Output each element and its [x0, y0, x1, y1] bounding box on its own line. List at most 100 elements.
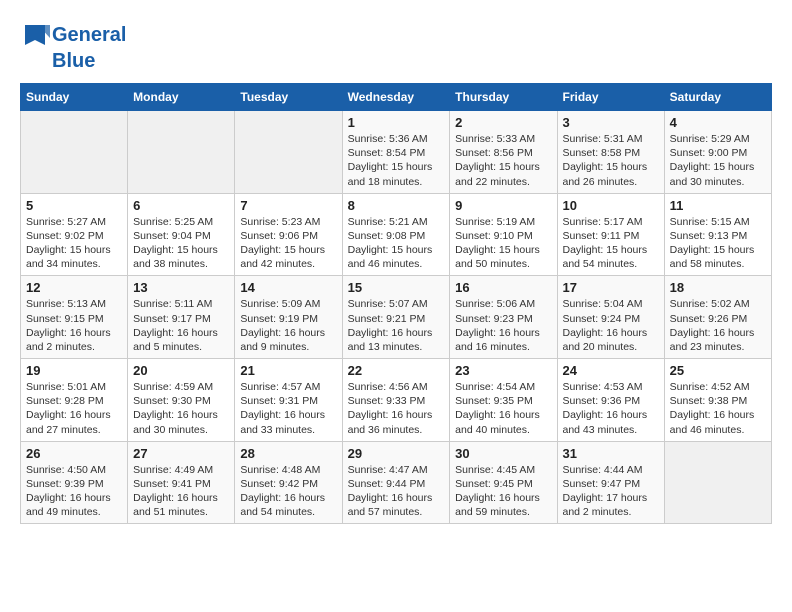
day-number: 21: [240, 363, 336, 378]
day-info: Sunrise: 5:21 AM Sunset: 9:08 PM Dayligh…: [348, 215, 445, 272]
calendar-cell: [235, 111, 342, 194]
day-info: Sunrise: 5:11 AM Sunset: 9:17 PM Dayligh…: [133, 297, 229, 354]
calendar-cell: 1Sunrise: 5:36 AM Sunset: 8:54 PM Daylig…: [342, 111, 450, 194]
day-number: 15: [348, 280, 445, 295]
day-number: 17: [563, 280, 659, 295]
day-info: Sunrise: 5:25 AM Sunset: 9:04 PM Dayligh…: [133, 215, 229, 272]
calendar-cell: 14 Sunrise: 5:09 AM Sunset: 9:19 PM Dayli…: [235, 276, 342, 359]
day-info: Sunrise: 5:01 AM Sunset: 9:28 PM Dayligh…: [26, 380, 122, 437]
day-info: Sunrise: 5:17 AM Sunset: 9:11 PM Dayligh…: [563, 215, 659, 272]
calendar-header-row: SundayMondayTuesdayWednesdayThursdayFrid…: [21, 84, 772, 111]
day-number: 28: [240, 446, 336, 461]
calendar-cell: 8 Sunrise: 5:21 AM Sunset: 9:08 PM Daylig…: [342, 193, 450, 276]
calendar-cell: 23 Sunrise: 4:54 AM Sunset: 9:35 PM Dayli…: [450, 359, 557, 442]
calendar-cell: 24Sunrise: 4:53 AM Sunset: 9:36 PM Dayli…: [557, 359, 664, 442]
day-info: Sunrise: 4:45 AM Sunset: 9:45 PM Dayligh…: [455, 463, 551, 520]
calendar-cell: 21 Sunrise: 4:57 AM Sunset: 9:31 PM Dayli…: [235, 359, 342, 442]
logo-subtext: Blue: [52, 50, 95, 73]
calendar-cell: 26Sunrise: 4:50 AM Sunset: 9:39 PM Dayli…: [21, 441, 128, 524]
calendar-cell: 31 Sunrise: 4:44 AM Sunset: 9:47 PM Dayli…: [557, 441, 664, 524]
day-info: Sunrise: 5:15 AM Sunset: 9:13 PM Dayligh…: [670, 215, 766, 272]
calendar-cell: 13Sunrise: 5:11 AM Sunset: 9:17 PM Dayli…: [128, 276, 235, 359]
day-number: 7: [240, 198, 336, 213]
day-number: 30: [455, 446, 551, 461]
day-number: 12: [26, 280, 122, 295]
day-number: 4: [670, 115, 766, 130]
day-number: 20: [133, 363, 229, 378]
day-number: 26: [26, 446, 122, 461]
header-sunday: Sunday: [21, 84, 128, 111]
day-number: 24: [563, 363, 659, 378]
day-info: Sunrise: 5:06 AM Sunset: 9:23 PM Dayligh…: [455, 297, 551, 354]
calendar-cell: 18Sunrise: 5:02 AM Sunset: 9:26 PM Dayli…: [664, 276, 771, 359]
calendar-cell: 22 Sunrise: 4:56 AM Sunset: 9:33 PM Dayli…: [342, 359, 450, 442]
calendar-week-row: 1Sunrise: 5:36 AM Sunset: 8:54 PM Daylig…: [21, 111, 772, 194]
day-info: Sunrise: 5:27 AM Sunset: 9:02 PM Dayligh…: [26, 215, 122, 272]
calendar-cell: 4 Sunrise: 5:29 AM Sunset: 9:00 PM Daylig…: [664, 111, 771, 194]
day-number: 16: [455, 280, 551, 295]
calendar-cell: 16 Sunrise: 5:06 AM Sunset: 9:23 PM Dayli…: [450, 276, 557, 359]
calendar-cell: [128, 111, 235, 194]
day-number: 22: [348, 363, 445, 378]
calendar-cell: 9 Sunrise: 5:19 AM Sunset: 9:10 PM Daylig…: [450, 193, 557, 276]
calendar-cell: 5 Sunrise: 5:27 AM Sunset: 9:02 PM Daylig…: [21, 193, 128, 276]
calendar-cell: 28 Sunrise: 4:48 AM Sunset: 9:42 PM Dayli…: [235, 441, 342, 524]
day-info: Sunrise: 5:33 AM Sunset: 8:56 PM Dayligh…: [455, 132, 551, 189]
calendar-cell: 29Sunrise: 4:47 AM Sunset: 9:44 PM Dayli…: [342, 441, 450, 524]
day-number: 19: [26, 363, 122, 378]
calendar-cell: 20 Sunrise: 4:59 AM Sunset: 9:30 PM Dayli…: [128, 359, 235, 442]
day-number: 8: [348, 198, 445, 213]
calendar-cell: 7 Sunrise: 5:23 AM Sunset: 9:06 PM Daylig…: [235, 193, 342, 276]
day-info: Sunrise: 5:04 AM Sunset: 9:24 PM Dayligh…: [563, 297, 659, 354]
logo-text: General: [52, 24, 126, 47]
calendar-cell: 17 Sunrise: 5:04 AM Sunset: 9:24 PM Dayli…: [557, 276, 664, 359]
header-friday: Friday: [557, 84, 664, 111]
day-info: Sunrise: 4:52 AM Sunset: 9:38 PM Dayligh…: [670, 380, 766, 437]
day-info: Sunrise: 4:47 AM Sunset: 9:44 PM Dayligh…: [348, 463, 445, 520]
calendar-cell: 6 Sunrise: 5:25 AM Sunset: 9:04 PM Daylig…: [128, 193, 235, 276]
day-number: 6: [133, 198, 229, 213]
calendar-table: SundayMondayTuesdayWednesdayThursdayFrid…: [20, 83, 772, 524]
day-number: 5: [26, 198, 122, 213]
day-info: Sunrise: 5:09 AM Sunset: 9:19 PM Dayligh…: [240, 297, 336, 354]
day-number: 3: [563, 115, 659, 130]
day-number: 14: [240, 280, 336, 295]
day-number: 31: [563, 446, 659, 461]
calendar-week-row: 26Sunrise: 4:50 AM Sunset: 9:39 PM Dayli…: [21, 441, 772, 524]
header-saturday: Saturday: [664, 84, 771, 111]
header-tuesday: Tuesday: [235, 84, 342, 111]
day-info: Sunrise: 4:48 AM Sunset: 9:42 PM Dayligh…: [240, 463, 336, 520]
calendar-cell: 11Sunrise: 5:15 AM Sunset: 9:13 PM Dayli…: [664, 193, 771, 276]
calendar-cell: 19 Sunrise: 5:01 AM Sunset: 9:28 PM Dayli…: [21, 359, 128, 442]
day-info: Sunrise: 4:54 AM Sunset: 9:35 PM Dayligh…: [455, 380, 551, 437]
day-info: Sunrise: 4:56 AM Sunset: 9:33 PM Dayligh…: [348, 380, 445, 437]
day-info: Sunrise: 4:59 AM Sunset: 9:30 PM Dayligh…: [133, 380, 229, 437]
day-info: Sunrise: 5:19 AM Sunset: 9:10 PM Dayligh…: [455, 215, 551, 272]
calendar-cell: 15Sunrise: 5:07 AM Sunset: 9:21 PM Dayli…: [342, 276, 450, 359]
day-info: Sunrise: 4:57 AM Sunset: 9:31 PM Dayligh…: [240, 380, 336, 437]
header-thursday: Thursday: [450, 84, 557, 111]
calendar-cell: 27Sunrise: 4:49 AM Sunset: 9:41 PM Dayli…: [128, 441, 235, 524]
day-number: 23: [455, 363, 551, 378]
calendar-week-row: 19 Sunrise: 5:01 AM Sunset: 9:28 PM Dayli…: [21, 359, 772, 442]
day-info: Sunrise: 5:13 AM Sunset: 9:15 PM Dayligh…: [26, 297, 122, 354]
calendar-cell: 12 Sunrise: 5:13 AM Sunset: 9:15 PM Dayli…: [21, 276, 128, 359]
day-info: Sunrise: 5:29 AM Sunset: 9:00 PM Dayligh…: [670, 132, 766, 189]
calendar-cell: 2 Sunrise: 5:33 AM Sunset: 8:56 PM Daylig…: [450, 111, 557, 194]
logo-icon: [20, 20, 50, 50]
day-info: Sunrise: 5:23 AM Sunset: 9:06 PM Dayligh…: [240, 215, 336, 272]
day-info: Sunrise: 5:31 AM Sunset: 8:58 PM Dayligh…: [563, 132, 659, 189]
day-info: Sunrise: 5:36 AM Sunset: 8:54 PM Dayligh…: [348, 132, 445, 189]
logo: General Blue: [20, 20, 126, 73]
day-number: 25: [670, 363, 766, 378]
day-number: 2: [455, 115, 551, 130]
page-header: General Blue: [20, 20, 772, 73]
calendar-cell: [21, 111, 128, 194]
calendar-week-row: 12 Sunrise: 5:13 AM Sunset: 9:15 PM Dayli…: [21, 276, 772, 359]
header-monday: Monday: [128, 84, 235, 111]
day-info: Sunrise: 4:44 AM Sunset: 9:47 PM Dayligh…: [563, 463, 659, 520]
day-number: 9: [455, 198, 551, 213]
calendar-cell: 3 Sunrise: 5:31 AM Sunset: 8:58 PM Daylig…: [557, 111, 664, 194]
day-number: 27: [133, 446, 229, 461]
calendar-week-row: 5 Sunrise: 5:27 AM Sunset: 9:02 PM Daylig…: [21, 193, 772, 276]
